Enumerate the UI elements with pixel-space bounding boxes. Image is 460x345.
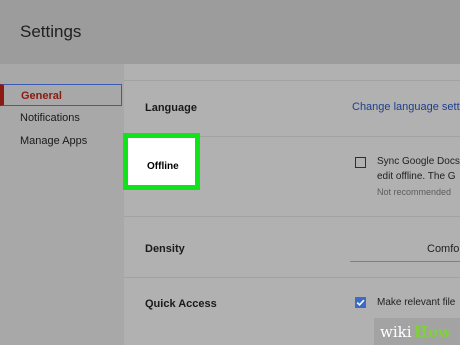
app-header: Settings [0,0,460,64]
checkmark-icon [356,299,365,307]
watermark-wiki: wiki [380,323,412,341]
language-label: Language [145,102,197,114]
density-label: Density [145,243,185,255]
sidebar [0,64,124,345]
sidebar-item-manage-apps[interactable]: Manage Apps [20,135,87,147]
divider [124,216,460,217]
quick-access-checkbox[interactable] [355,297,366,308]
change-language-link[interactable]: Change language setti [352,101,460,113]
page-title: Settings [20,22,82,41]
wikihow-watermark: wiki How [374,318,460,345]
offline-sync-label-line2: edit offline. The G [377,171,456,182]
quick-access-checkbox-label: Make relevant file [377,297,456,308]
divider [124,277,460,278]
offline-note: Not recommended [377,187,452,197]
watermark-how: How [414,323,452,341]
offline-sync-label-line1: Sync Google Docs [377,156,460,167]
quick-access-label: Quick Access [145,298,217,310]
density-select[interactable]: Comfo [427,243,459,255]
sidebar-item-general[interactable]: General [21,90,62,102]
offline-highlight: Offline [123,133,200,190]
sidebar-item-notifications[interactable]: Notifications [20,112,80,124]
density-underline [350,261,460,262]
offline-label: Offline [147,161,179,172]
offline-sync-checkbox[interactable] [355,157,366,168]
divider [124,80,460,81]
